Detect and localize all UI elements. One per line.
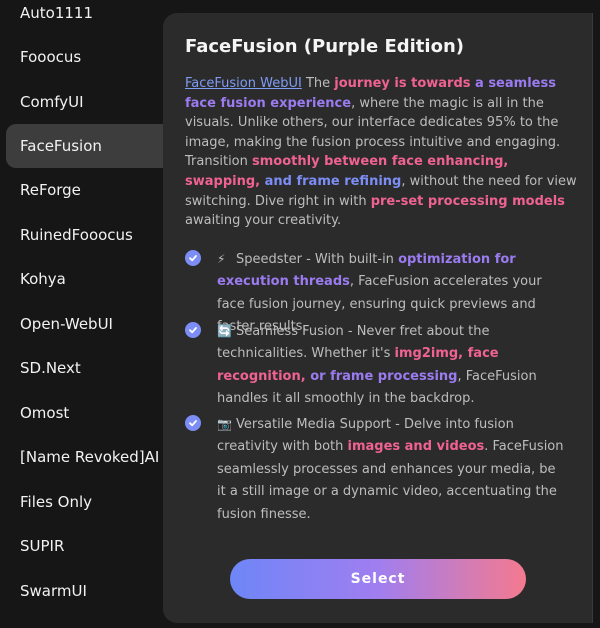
select-button[interactable]: Select [230, 559, 526, 599]
sidebar-item-ruinedfooocus[interactable]: RuinedFooocus [6, 213, 163, 257]
sidebar-item-comfyui[interactable]: ComfyUI [6, 80, 163, 124]
detail-panel: FaceFusion (Purple Edition) FaceFusion W… [163, 13, 593, 623]
sidebar-item-label: Fooocus [20, 48, 82, 66]
feature-text: 🔄 Seamless Fusion - Never fret about the … [217, 320, 567, 411]
sidebar-item-label: Omost [20, 404, 70, 422]
sidebar-item-label: ComfyUI [20, 93, 84, 111]
sidebar-item-sdnext[interactable]: SD.Next [6, 346, 163, 390]
intro-paragraph: FaceFusion WebUI The journey is towards … [185, 74, 581, 231]
check-icon [185, 250, 201, 266]
refresh-icon: 🔄 [217, 324, 232, 338]
sidebar-item-swarmui[interactable]: SwarmUI [6, 569, 163, 613]
sidebar-item-label: SwarmUI [20, 582, 87, 600]
feature-item-versatile-media: 📷 Versatile Media Support - Delve into fu… [185, 413, 581, 526]
intro-text: awaiting your creativity. [185, 213, 342, 229]
page-title: FaceFusion (Purple Edition) [185, 36, 464, 57]
sidebar: Auto1111 Fooocus ComfyUI FaceFusion ReFo… [0, 0, 163, 628]
intro-highlight: journey is towards [334, 76, 471, 91]
sidebar-item-label: Files Only [20, 493, 93, 511]
sidebar-item-files-only[interactable]: Files Only [6, 480, 163, 524]
intro-highlight: pre-set processing models [370, 193, 565, 209]
lightning-icon: ⚡ [217, 252, 226, 266]
feature-description: Speedster - With built-in [236, 252, 399, 267]
sidebar-item-label: SUPIR [20, 537, 65, 555]
feature-highlight: or frame processing [305, 368, 458, 384]
sidebar-item-label: [Name Revoked]AI [20, 448, 160, 466]
facefusion-webui-link[interactable]: FaceFusion WebUI [185, 76, 302, 91]
sidebar-item-label: RuinedFooocus [20, 226, 133, 244]
sidebar-item-label: ReForge [20, 181, 81, 199]
feature-highlight: images and videos [347, 439, 485, 455]
sidebar-item-label: Auto1111 [20, 4, 94, 22]
sidebar-item-name-revoked-ai[interactable]: [Name Revoked]AI [6, 435, 163, 479]
sidebar-item-label: Open-WebUI [20, 315, 113, 333]
sidebar-item-kohya[interactable]: Kohya [6, 257, 163, 301]
sidebar-item-auto1111[interactable]: Auto1111 [6, 0, 163, 35]
sidebar-item-fooocus[interactable]: Fooocus [6, 35, 163, 79]
intro-text: The [301, 76, 335, 91]
sidebar-item-label: FaceFusion [20, 137, 102, 155]
sidebar-item-label: Kohya [20, 270, 66, 288]
sidebar-item-omost[interactable]: Omost [6, 391, 163, 435]
feature-text: 📷 Versatile Media Support - Delve into fu… [217, 413, 567, 526]
sidebar-item-open-webui[interactable]: Open-WebUI [6, 302, 163, 346]
intro-highlight: and frame refining [260, 173, 402, 189]
camera-icon: 📷 [217, 417, 232, 431]
feature-item-seamless-fusion: 🔄 Seamless Fusion - Never fret about the … [185, 320, 581, 411]
sidebar-item-supir[interactable]: SUPIR [6, 524, 163, 568]
sidebar-item-facefusion[interactable]: FaceFusion [6, 124, 163, 168]
sidebar-item-label: SD.Next [20, 359, 81, 377]
sidebar-item-reforge[interactable]: ReForge [6, 168, 163, 212]
check-icon [185, 415, 201, 431]
check-icon [185, 322, 201, 338]
